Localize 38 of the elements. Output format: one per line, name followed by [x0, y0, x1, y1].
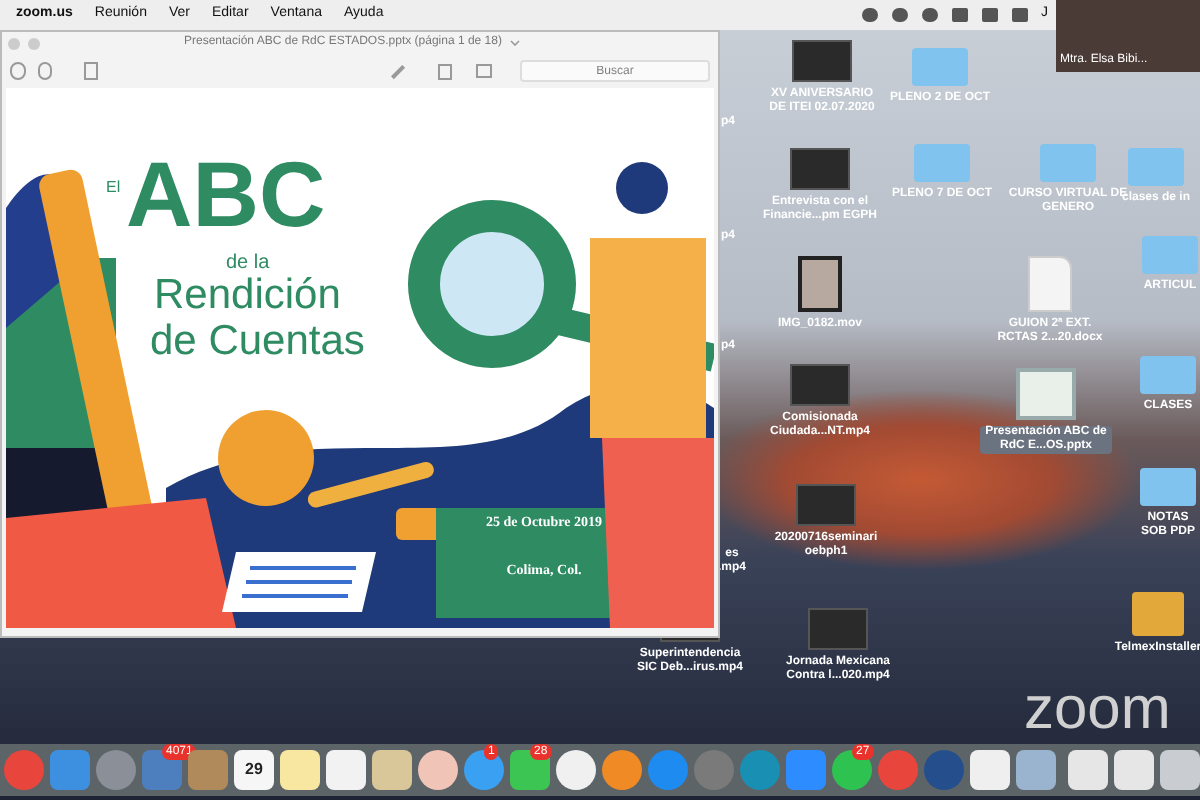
slide-title: El	[106, 176, 121, 200]
slide-subtitle: de Cuentas	[150, 318, 365, 366]
app-icon[interactable]	[970, 750, 1010, 790]
app-icon[interactable]	[280, 750, 320, 790]
slide-subtitle: de la	[226, 250, 270, 277]
app-icon[interactable]	[326, 750, 366, 790]
slide-title: ABC	[126, 144, 326, 244]
app-icon[interactable]	[1114, 750, 1154, 790]
app-icon[interactable]	[556, 750, 596, 790]
app-icon[interactable]	[1160, 750, 1200, 790]
app-icon[interactable]	[602, 750, 642, 790]
app-icon[interactable]	[418, 750, 458, 790]
video-thumbnail	[808, 608, 868, 650]
app-icon[interactable]	[1068, 750, 1108, 790]
video-thumbnail	[790, 148, 850, 190]
slide-thumbnail	[1016, 368, 1076, 420]
folder-icon	[1142, 236, 1198, 274]
folder-icon	[914, 144, 970, 182]
app-icon[interactable]	[464, 750, 504, 790]
app-icon[interactable]	[1016, 750, 1056, 790]
folder-icon	[1040, 144, 1096, 182]
photo-thumbnail	[798, 256, 842, 312]
document-icon	[1028, 256, 1072, 312]
folder-icon	[1140, 356, 1196, 394]
folder-icon	[1128, 148, 1184, 186]
slide-subtitle: Rendición	[154, 272, 341, 320]
chevron-icon[interactable]	[509, 40, 520, 46]
folder-icon	[1140, 468, 1196, 506]
app-icon[interactable]	[832, 750, 872, 790]
video-thumbnail	[796, 484, 856, 526]
video-thumbnail	[790, 364, 850, 406]
pen-icon[interactable]	[391, 63, 406, 79]
box-icon	[1132, 592, 1184, 636]
folder-icon	[912, 48, 968, 86]
app-icon[interactable]	[372, 750, 412, 790]
zoom-logo: zoom	[1024, 680, 1171, 740]
video-thumbnail	[792, 40, 852, 82]
calendar-icon[interactable]: 29	[234, 750, 274, 790]
